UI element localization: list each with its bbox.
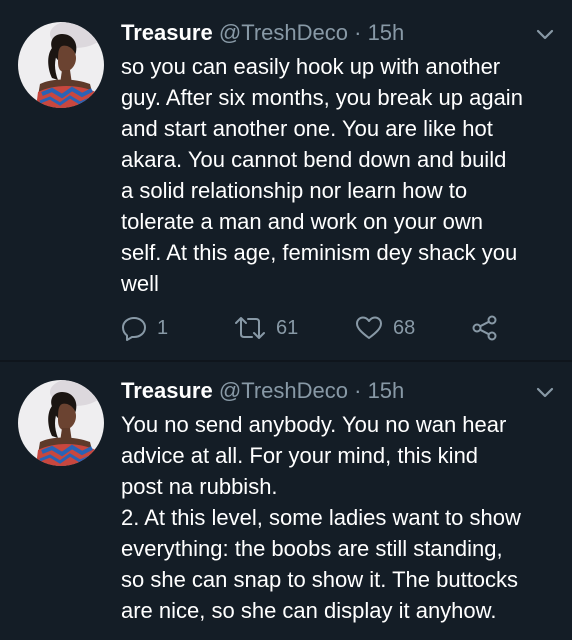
handle[interactable]: @TreshDeco	[219, 378, 348, 403]
avatar[interactable]	[18, 380, 104, 466]
heart-icon	[356, 316, 382, 339]
retweet-icon	[235, 317, 265, 339]
share-button[interactable]	[471, 312, 499, 344]
separator: ·	[354, 20, 362, 45]
display-name[interactable]: Treasure	[121, 378, 213, 403]
profile-photo	[18, 380, 104, 466]
timestamp[interactable]: 15h	[368, 378, 405, 403]
tweet-header: Treasure @TreshDeco · 15h	[121, 18, 404, 48]
handle[interactable]: @TreshDeco	[219, 20, 348, 45]
separator: ·	[354, 378, 362, 403]
profile-photo	[18, 22, 104, 108]
avatar[interactable]	[18, 22, 104, 108]
tweet-header: Treasure @TreshDeco · 15h	[121, 376, 404, 406]
tweet[interactable]: Treasure @TreshDeco · 15h You no send an…	[0, 362, 572, 640]
tweet-text: You no send anybody. You no wan hear adv…	[121, 412, 521, 623]
tweet-text: so you can easily hook up with another g…	[121, 54, 523, 296]
timestamp[interactable]: 15h	[368, 20, 405, 45]
tweet-actions: 1 61 68	[121, 312, 541, 344]
share-icon	[472, 315, 497, 341]
reply-count: 1	[157, 316, 169, 339]
tweet[interactable]: Treasure @TreshDeco · 15h so you can eas…	[0, 0, 572, 362]
like-count: 68	[393, 316, 416, 339]
reply-button[interactable]: 1	[121, 312, 168, 344]
like-button[interactable]: 68	[355, 312, 415, 344]
retweet-button[interactable]: 61	[234, 312, 298, 344]
display-name[interactable]: Treasure	[121, 20, 213, 45]
chevron-down-icon[interactable]	[536, 28, 554, 46]
retweet-count: 61	[276, 316, 299, 339]
chevron-down-icon[interactable]	[536, 386, 554, 404]
reply-icon	[122, 317, 146, 341]
